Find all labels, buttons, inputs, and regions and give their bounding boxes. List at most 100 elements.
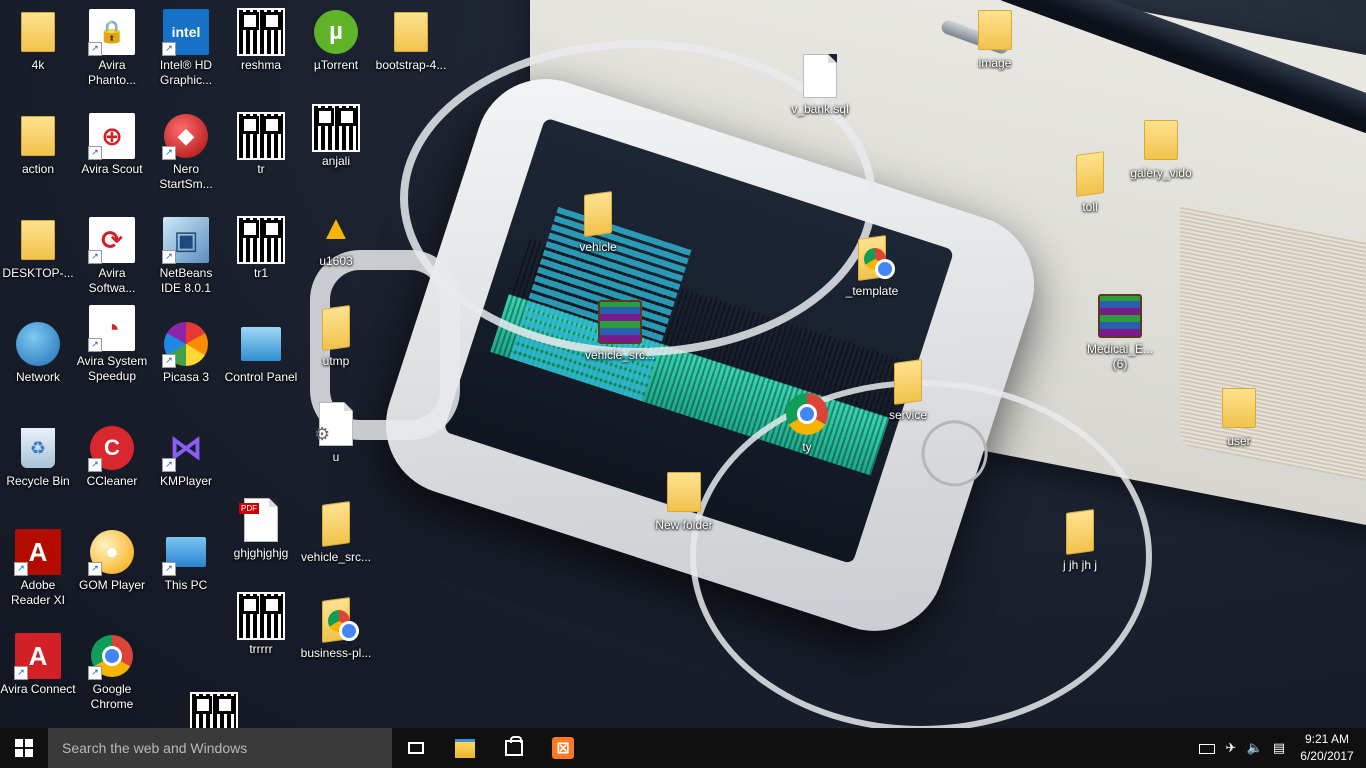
desktop-icon-label: Network (15, 370, 60, 384)
qr-code-icon (237, 592, 285, 640)
desktop-icon-vehicle-src-folder[interactable]: vehicle_src... (298, 500, 374, 565)
desktop-icon-nero[interactable]: ◆ ↗ Nero StartSm... (148, 112, 224, 192)
utorrent-icon: µ (314, 10, 358, 54)
desktop-icon-ccleaner[interactable]: C ↗ CCleaner (74, 424, 150, 489)
desktop-icon-netbeans[interactable]: ▣ ↗ NetBeans IDE 8.0.1 (148, 216, 224, 296)
desktop-icon-image[interactable]: image (957, 6, 1033, 71)
desktop-icon-vehicle[interactable]: vehicle (560, 190, 636, 255)
shortcut-arrow-icon: ↗ (14, 666, 28, 680)
desktop-icon-label: CCleaner (86, 474, 138, 488)
desktop-icon-utorrent[interactable]: µ µTorrent (298, 8, 374, 73)
desktop-icon-business-pl[interactable]: business-pl... (298, 596, 374, 661)
folder-icon (1076, 151, 1104, 197)
shortcut-arrow-icon: ↗ (88, 666, 102, 680)
desktop-icon-adobe-reader[interactable]: A ↗ Adobe Reader XI (0, 528, 76, 608)
desktop-icon-label: reshma (240, 58, 281, 72)
shortcut-arrow-icon: ↗ (162, 250, 176, 264)
vlc-cone-icon: ▲ (319, 208, 353, 247)
chrome-icon (786, 393, 828, 435)
qr-code-icon (237, 8, 285, 56)
desktop-icon-desktop-folder[interactable]: DESKTOP-... (0, 216, 76, 281)
desktop-icon-label: Avira System Speedup (76, 354, 148, 383)
taskbar-clock[interactable]: 9:21 AM 6/20/2017 (1296, 731, 1358, 765)
start-button[interactable] (0, 728, 48, 768)
desktop-icon-label: Control Panel (224, 370, 298, 384)
desktop-icon-label: v_bank.sql (791, 102, 849, 116)
desktop-icon-label: user (1227, 434, 1251, 448)
desktop-icon-network[interactable]: Network (0, 320, 76, 385)
desktop-icon-service[interactable]: service (870, 358, 946, 423)
desktop-icon-label: Adobe Reader XI (10, 578, 66, 607)
desktop-icon-utmp[interactable]: utmp (298, 304, 374, 369)
xampp-taskbar-button[interactable]: ⊠ (539, 728, 587, 768)
winrar-archive-icon (1098, 294, 1142, 338)
task-view-button[interactable] (392, 728, 440, 768)
desktop-icon-reshma[interactable]: reshma (223, 8, 299, 73)
desktop-icon-u1603[interactable]: ▲ u1603 (298, 204, 374, 269)
desktop-icon-gom-player[interactable]: ● ↗ GOM Player (74, 528, 150, 593)
desktop-icon-anjali[interactable]: anjali (298, 104, 374, 169)
shortcut-arrow-icon: ↗ (88, 250, 102, 264)
desktop-icon-intel-hd-graphics[interactable]: intel ↗ Intel® HD Graphic... (148, 8, 224, 88)
desktop-icon-ty[interactable]: ty (769, 390, 845, 455)
desktop-icon-label: Avira Phanto... (87, 58, 137, 87)
shortcut-arrow-icon: ↗ (162, 354, 176, 368)
desktop-icon-label: vehicle_src... (300, 550, 372, 564)
store-taskbar-button[interactable] (490, 728, 538, 768)
desktop-icon-label: Google Chrome (90, 682, 134, 711)
search-input[interactable] (60, 739, 384, 757)
volume-icon[interactable]: 🔈 (1246, 740, 1264, 756)
desktop-icon-label: Avira Scout (81, 162, 143, 176)
folder-icon (21, 116, 55, 156)
folder-icon (394, 12, 428, 52)
battery-icon[interactable] (1199, 744, 1215, 754)
desktop-icon-jjhjhj[interactable]: j jh jh j (1042, 508, 1118, 573)
desktop-icon-ghjghjghjg[interactable]: PDF ghjghjghjg (223, 496, 299, 561)
xampp-icon: ⊠ (552, 737, 574, 759)
desktop-icon-label: utmp (322, 354, 350, 368)
desktop-icon-bootstrap[interactable]: bootstrap-4... (373, 8, 449, 73)
desktop-icon-v-bank-sql[interactable]: v_bank.sql (782, 52, 858, 117)
desktop-icon-avira-connect[interactable]: A ↗ Avira Connect (0, 632, 76, 697)
control-panel-icon (241, 327, 281, 361)
desktop-icon-avira-software-updater[interactable]: ⟳ ↗ Avira Softwa... (74, 216, 150, 296)
desktop-icon-action[interactable]: action (0, 112, 76, 177)
desktop-icon-toll[interactable]: toll (1052, 150, 1128, 215)
desktop-icon-kmplayer[interactable]: ⋈ ↗ KMPlayer (148, 424, 224, 489)
desktop-icon-user[interactable]: user (1201, 384, 1277, 449)
file-explorer-taskbar-button[interactable] (441, 728, 489, 768)
desktop-icon-trrrrr[interactable]: trrrrr (223, 592, 299, 657)
folder-icon (21, 220, 55, 260)
desktop-icon-picasa[interactable]: ↗ Picasa 3 (148, 320, 224, 385)
desktop-icon-control-panel[interactable]: Control Panel (223, 320, 299, 385)
desktop-icon-u[interactable]: ⚙ u (298, 400, 374, 465)
desktop-icon-vehicle-src-rar[interactable]: vehicle_src... (582, 298, 658, 363)
desktop-icon-avira-scout[interactable]: ⊕ ↗ Avira Scout (74, 112, 150, 177)
desktop-icon-medical[interactable]: Medical_E... (6) (1082, 292, 1158, 372)
desktop: 4k action DESKTOP-... Network ♻ Recycle … (0, 0, 1366, 728)
desktop-icon-label: Picasa 3 (162, 370, 210, 384)
desktop-icon-label: GOM Player (78, 578, 145, 592)
folder-icon (322, 305, 350, 351)
desktop-icon-galery-vido[interactable]: galery_vido (1123, 116, 1199, 181)
desktop-icon-avira-speedup[interactable]: ◔ ↗ Avira System Speedup (74, 304, 150, 384)
taskbar-search-box[interactable] (48, 728, 392, 768)
desktop-icon-google-chrome[interactable]: ↗ Google Chrome (74, 632, 150, 712)
desktop-icon-label: tr (257, 162, 265, 176)
desktop-icon-tr[interactable]: tr (223, 112, 299, 177)
desktop-icon-this-pc[interactable]: ↗ This PC (148, 528, 224, 593)
shortcut-arrow-icon: ↗ (88, 42, 102, 56)
desktop-icon-recycle-bin[interactable]: ♻ Recycle Bin (0, 424, 76, 489)
desktop-icon-label: service (888, 408, 927, 422)
desktop-icon-template[interactable]: _template (834, 234, 910, 299)
desktop-icon-new-folder[interactable]: New folder (646, 468, 722, 533)
folder-icon (894, 359, 922, 405)
desktop-icon-avira-phantom[interactable]: 🔒 ↗ Avira Phanto... (74, 8, 150, 88)
desktop-icon-4k[interactable]: 4k (0, 8, 76, 73)
desktop-icon-qr-partial[interactable] (176, 692, 252, 728)
airplane-mode-icon[interactable]: ✈ (1222, 740, 1240, 756)
desktop-icon-tr1[interactable]: tr1 (223, 216, 299, 281)
action-center-icon[interactable]: ▤ (1270, 740, 1288, 756)
shortcut-arrow-icon: ↗ (88, 458, 102, 472)
shortcut-arrow-icon: ↗ (14, 562, 28, 576)
